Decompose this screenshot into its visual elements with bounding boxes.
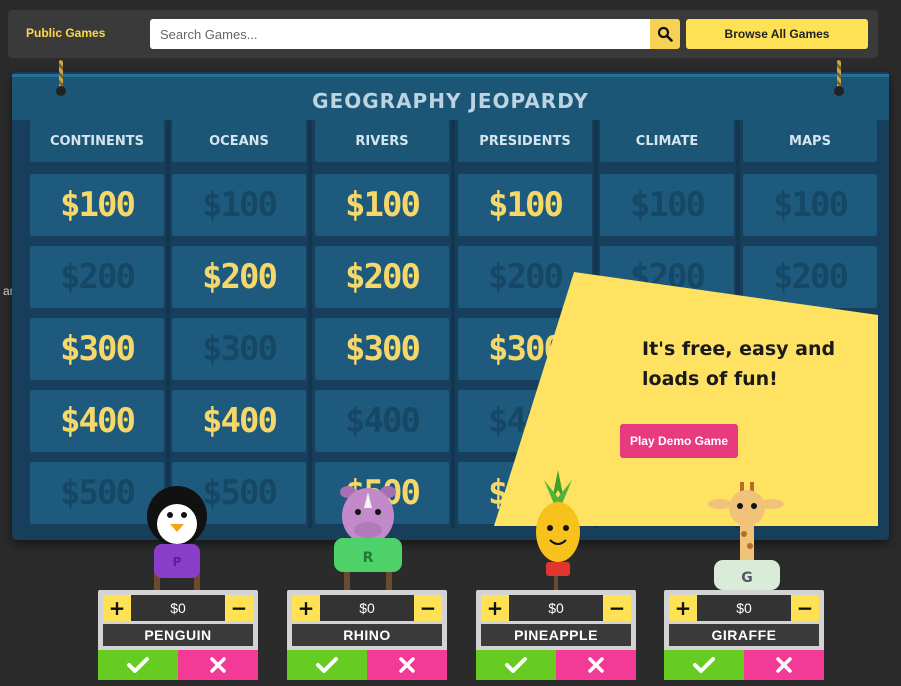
question-cell[interactable]: $300 — [315, 318, 449, 380]
checkmark-icon — [316, 657, 338, 673]
question-cell[interactable]: $200 — [172, 246, 306, 308]
correct-button[interactable] — [287, 650, 367, 680]
browse-all-games-button[interactable]: Browse All Games — [686, 19, 868, 49]
category-header: CONTINENTS — [30, 120, 164, 162]
score-row: + $0 − — [292, 595, 442, 621]
question-cell[interactable]: $100 — [30, 174, 164, 236]
decrease-score-button[interactable]: − — [603, 595, 631, 621]
question-cell[interactable]: $400 — [172, 390, 306, 452]
question-cell[interactable]: $400 — [315, 390, 449, 452]
plus-icon: + — [674, 596, 692, 620]
search-button[interactable] — [650, 19, 680, 49]
decrease-score-button[interactable]: − — [791, 595, 819, 621]
question-cell[interactable]: $100 — [743, 174, 877, 236]
plus-icon: + — [297, 596, 315, 620]
plus-icon: + — [108, 596, 126, 620]
question-cell[interactable]: $400 — [30, 390, 164, 452]
play-demo-game-button[interactable]: Play Demo Game — [620, 424, 738, 458]
question-cell[interactable]: $200 — [30, 246, 164, 308]
increase-score-button[interactable]: + — [669, 595, 697, 621]
question-cell[interactable]: $300 — [30, 318, 164, 380]
player-card: + $0 − PENGUIN — [98, 590, 258, 680]
close-icon — [776, 657, 792, 673]
pineapple-character — [536, 470, 580, 590]
decrease-score-button[interactable]: − — [414, 595, 442, 621]
close-icon — [210, 657, 226, 673]
column-divider — [451, 120, 455, 528]
player-score: $0 — [736, 600, 752, 616]
search-input[interactable] — [150, 19, 650, 49]
incorrect-button[interactable] — [367, 650, 447, 680]
incorrect-button[interactable] — [178, 650, 258, 680]
minus-icon: − — [419, 596, 437, 620]
decrease-score-button[interactable]: − — [225, 595, 253, 621]
promo-text: It's free, easy and loads of fun! — [642, 338, 836, 390]
hanging-hook-left — [56, 60, 66, 96]
checkmark-icon — [693, 657, 715, 673]
search-icon — [657, 26, 673, 42]
player-score: $0 — [548, 600, 564, 616]
category-header: RIVERS — [315, 120, 449, 162]
column-divider — [166, 120, 170, 528]
increase-score-button[interactable]: + — [103, 595, 131, 621]
player-name: PENGUIN — [103, 624, 253, 646]
checkmark-icon — [505, 657, 527, 673]
player-name: RHINO — [292, 624, 442, 646]
title-band: GEOGRAPHY JEOPARDY — [12, 74, 889, 120]
hanging-hook-right — [834, 60, 844, 96]
correct-button[interactable] — [664, 650, 744, 680]
incorrect-button[interactable] — [556, 650, 636, 680]
increase-score-button[interactable]: + — [292, 595, 320, 621]
score-row: + $0 − — [481, 595, 631, 621]
question-cell[interactable]: $100 — [172, 174, 306, 236]
question-cell[interactable]: $200 — [315, 246, 449, 308]
category-header: MAPS — [743, 120, 877, 162]
player-score: $0 — [359, 600, 375, 616]
question-cell[interactable]: $100 — [315, 174, 449, 236]
question-cell[interactable]: $300 — [172, 318, 306, 380]
board-title: GEOGRAPHY JEOPARDY — [312, 89, 589, 113]
score-row: + $0 − — [103, 595, 253, 621]
penguin-character: P — [147, 486, 207, 590]
close-icon — [399, 657, 415, 673]
close-icon — [588, 657, 604, 673]
minus-icon: − — [796, 596, 814, 620]
category-header: CLIMATE — [600, 120, 734, 162]
rhino-character: R — [334, 486, 402, 590]
correct-button[interactable] — [476, 650, 556, 680]
increase-score-button[interactable]: + — [481, 595, 509, 621]
giraffe-character: G — [708, 482, 784, 590]
svg-text:G: G — [741, 570, 753, 586]
plus-icon: + — [486, 596, 504, 620]
column-divider — [308, 120, 312, 528]
svg-text:P: P — [173, 555, 182, 569]
player-card: + $0 − PINEAPPLE — [476, 590, 636, 680]
category-header: PRESIDENTS — [458, 120, 592, 162]
player-name: PINEAPPLE — [481, 624, 631, 646]
top-bar: Public Games Browse All Games — [8, 10, 878, 58]
question-cell[interactable]: $100 — [458, 174, 592, 236]
player-card: + $0 − GIRAFFE — [664, 590, 824, 680]
category-header: OCEANS — [172, 120, 306, 162]
public-games-link[interactable]: Public Games — [26, 26, 105, 40]
player-score: $0 — [170, 600, 186, 616]
checkmark-icon — [127, 657, 149, 673]
svg-text:R: R — [363, 550, 374, 566]
player-card: + $0 − RHINO — [287, 590, 447, 680]
correct-button[interactable] — [98, 650, 178, 680]
minus-icon: − — [230, 596, 248, 620]
player-name: GIRAFFE — [669, 624, 819, 646]
minus-icon: − — [608, 596, 626, 620]
score-row: + $0 − — [669, 595, 819, 621]
question-cell[interactable]: $100 — [600, 174, 734, 236]
incorrect-button[interactable] — [744, 650, 824, 680]
